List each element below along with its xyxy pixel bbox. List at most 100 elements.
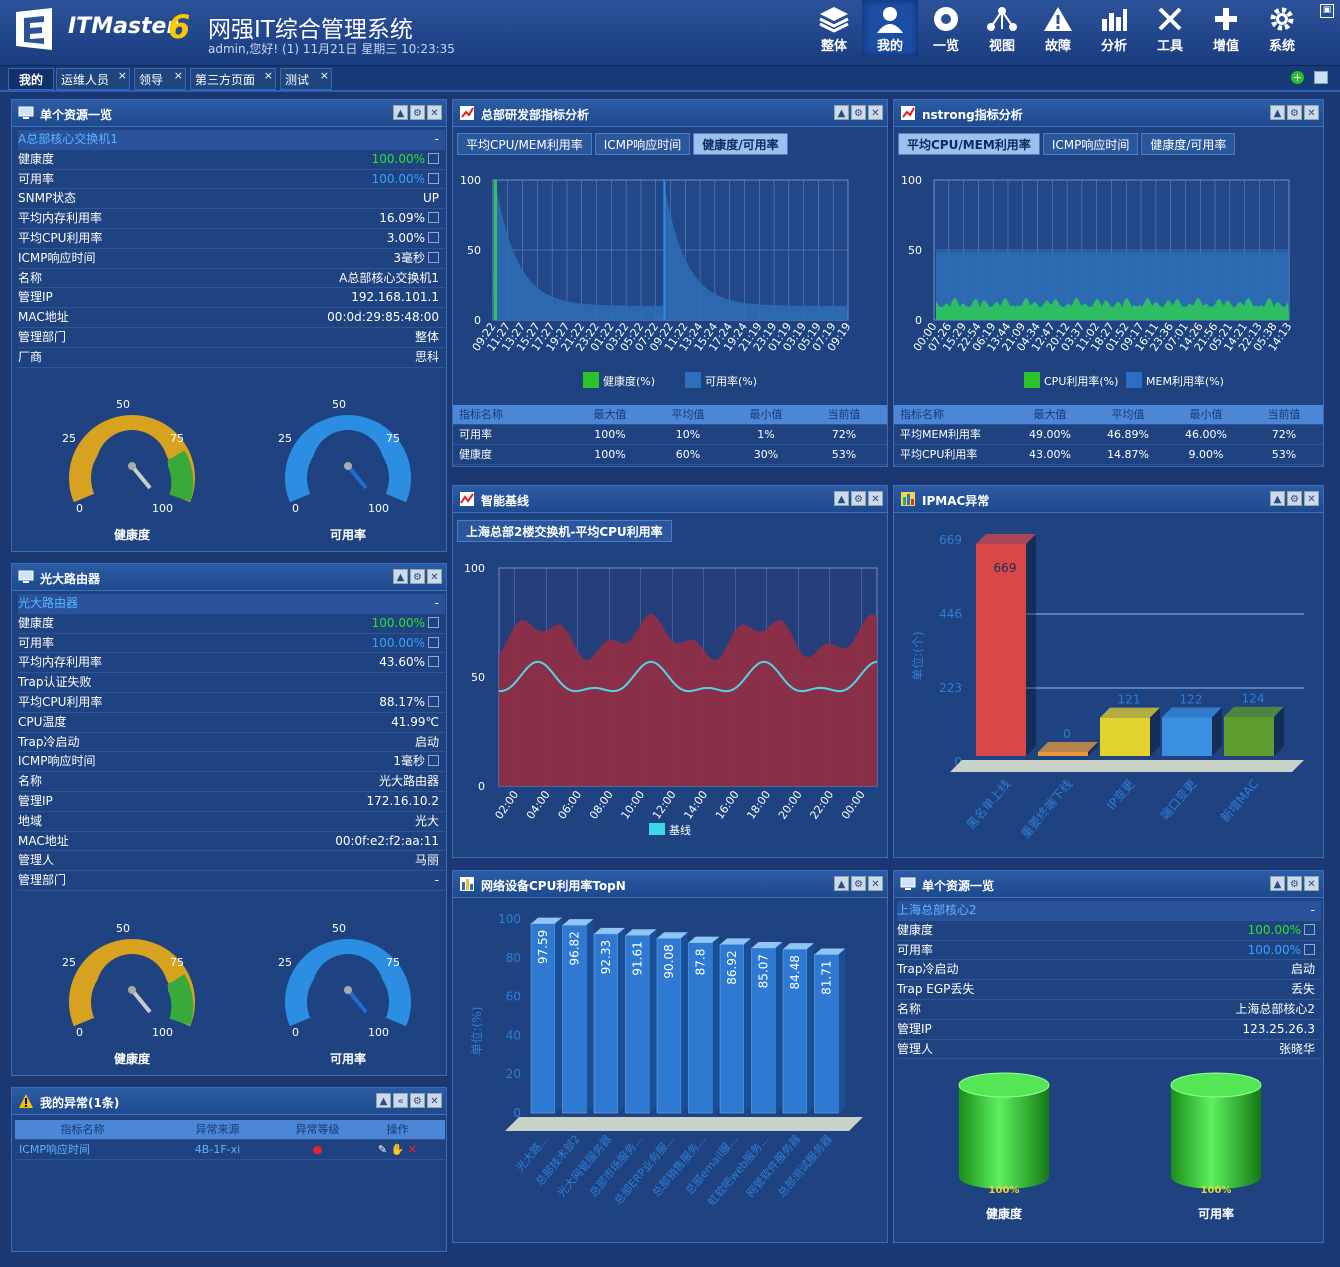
chart-link-icon[interactable] [428,616,439,628]
tab-test[interactable]: 测试 × [280,68,332,90]
collapse-icon[interactable]: ▲ [834,105,849,120]
nav-overall[interactable]: 整体 [806,0,862,56]
edit-icon[interactable]: ✎ [378,1143,387,1156]
tab-health-availability[interactable]: 健康度/可用率 [1141,133,1236,155]
cpu-bar-side [807,943,814,1113]
collapse-icon[interactable]: ▲ [393,569,408,584]
tab-icmp[interactable]: ICMP响应时间 [1042,133,1139,155]
collapse-icon[interactable]: ▲ [1270,105,1285,120]
settings-icon[interactable]: ⚙ [410,569,425,584]
ipmac-bar-top [976,534,1036,544]
layout-icon[interactable] [1314,71,1328,84]
chart-link-icon[interactable] [428,695,439,707]
tab-cpu-mem[interactable]: 平均CPU/MEM利用率 [457,133,592,155]
table-row[interactable]: 健康度 100% 60% 30% 53% [453,445,887,465]
chart-link-icon[interactable] [428,251,439,263]
table-row[interactable]: 可用率 100% 10% 1% 72% [453,425,887,445]
ipmac-bar-top [1162,707,1222,718]
hand-icon[interactable]: ✋ [391,1143,405,1156]
tab-icmp[interactable]: ICMP响应时间 [594,133,691,155]
bar-value-label: 124 [1242,692,1265,706]
bar-value-label: 122 [1180,692,1203,706]
close-icon[interactable]: ✕ [427,1093,442,1108]
close-icon[interactable]: × [264,65,273,87]
bar-value-label: 86.92 [725,950,739,984]
settings-icon[interactable]: ⚙ [410,105,425,120]
settings-icon[interactable]: ⚙ [851,491,866,506]
close-icon[interactable]: × [118,65,127,87]
chart-link-icon[interactable] [428,152,439,164]
table-row[interactable]: 平均CPU利用率 43.00% 14.87% 9.00% 53% [894,445,1323,465]
collapse-icon[interactable]: ▲ [376,1093,391,1108]
tab-baseline-device[interactable]: 上海总部2楼交换机-平均CPU利用率 [457,520,672,542]
device-row[interactable]: 光大路由器 - [18,594,445,614]
nav-overview[interactable]: 一览 [918,0,974,56]
chart-link-icon[interactable] [428,231,439,243]
chart-link-icon[interactable] [1304,943,1315,955]
cpu-bar-side [681,932,688,1113]
settings-icon[interactable]: ⚙ [1287,105,1302,120]
table-row[interactable]: 平均MEM利用率 49.00% 46.89% 46.00% 72% [894,425,1323,445]
settings-icon[interactable]: ⚙ [1287,876,1302,891]
tab-health-availability[interactable]: 健康度/可用率 [693,133,788,155]
collapse-icon[interactable]: ▲ [834,491,849,506]
close-icon[interactable]: ✕ [1304,105,1319,120]
logo-icon [16,8,52,50]
chart-link-icon[interactable] [428,636,439,648]
cpu-bar-side [555,917,562,1113]
table-row[interactable]: ICMP响应时间 4B-1F-xi ● ✎ ✋ ✕ [15,1140,445,1160]
settings-icon[interactable]: ⚙ [851,105,866,120]
settings-icon[interactable]: ⚙ [1287,491,1302,506]
panel-my-alerts: 我的异常(1条) ▲ «⚙ ✕ 指标名称 异常来源 异常等级 操作 ICMP响应时间 4B-… [11,1087,447,1252]
delete-icon[interactable]: ✕ [408,1143,417,1156]
close-icon[interactable]: ✕ [1304,876,1319,891]
nav-tools[interactable]: 工具 [1142,0,1198,56]
collapse-icon[interactable]: ▲ [1270,491,1285,506]
device-row[interactable]: 上海总部核心2- [897,901,1321,921]
y-tick-label: 40 [506,1028,521,1042]
device-row[interactable]: A总部核心交换机1- [18,130,445,150]
stats-table: 指标名称 最大值 平均值 最小值 当前值 可用率 100% 10% 1% 72% 健康度 100%… [453,405,887,465]
kv-row: MAC地址 00:0d:29:85:48:00 [18,308,445,328]
settings-icon[interactable]: ⚙ [410,1093,425,1108]
nav-analysis[interactable]: 分析 [1086,0,1142,56]
close-icon[interactable]: ✕ [868,491,883,506]
collapse-icon[interactable]: ▲ [393,105,408,120]
kv-row: MAC地址 00:0f:e2:f2:aa:11 [18,832,445,852]
chart-link-icon[interactable] [428,172,439,184]
close-icon[interactable]: ✕ [427,105,442,120]
chart-link-icon[interactable] [428,656,439,668]
overview-icon [934,7,958,31]
close-icon[interactable]: ✕ [868,876,883,891]
nav-fault[interactable]: 故障 [1030,0,1086,56]
tab-mine[interactable]: 我的 [8,68,54,90]
ipmac-icon [901,492,915,506]
expand-icon[interactable]: « [393,1093,408,1108]
tab-leader[interactable]: 领导 × [134,68,186,90]
tab-ops[interactable]: 运维人员 × [56,68,130,90]
nav-value-added[interactable]: 增值 [1198,0,1254,56]
tab-third-party[interactable]: 第三方页面 × [190,68,276,90]
collapse-icon[interactable]: ▲ [1270,876,1285,891]
kv-row: 名称 光大路由器 [18,772,445,792]
settings-icon[interactable]: ⚙ [851,876,866,891]
close-icon[interactable]: ✕ [868,105,883,120]
chart-link-icon[interactable] [428,212,439,224]
close-icon[interactable]: ✕ [1304,491,1319,506]
ipmac-bar-top [1224,706,1284,717]
window-icon[interactable]: ▣ [1320,4,1334,18]
chart-link-icon[interactable] [428,755,439,767]
nav-system[interactable]: 系统 [1254,0,1310,56]
close-icon[interactable]: × [320,65,329,87]
bar-value-label: 87.8 [694,949,708,976]
tab-cpu-mem[interactable]: 平均CPU/MEM利用率 [898,133,1040,155]
add-tab-icon[interactable]: + [1291,71,1304,84]
header: ITMaster 6 网强IT综合管理系统 admin,您好! (1) 11月2… [0,0,1340,66]
chart-link-icon[interactable] [1304,923,1315,935]
close-icon[interactable]: ✕ [427,569,442,584]
close-icon[interactable]: × [174,65,183,87]
collapse-icon[interactable]: ▲ [834,876,849,891]
nav-mine[interactable]: 我的 [862,0,918,56]
table-header: 指标名称 最大值 平均值 最小值 当前值 [894,405,1323,425]
nav-view[interactable]: 视图 [974,0,1030,56]
